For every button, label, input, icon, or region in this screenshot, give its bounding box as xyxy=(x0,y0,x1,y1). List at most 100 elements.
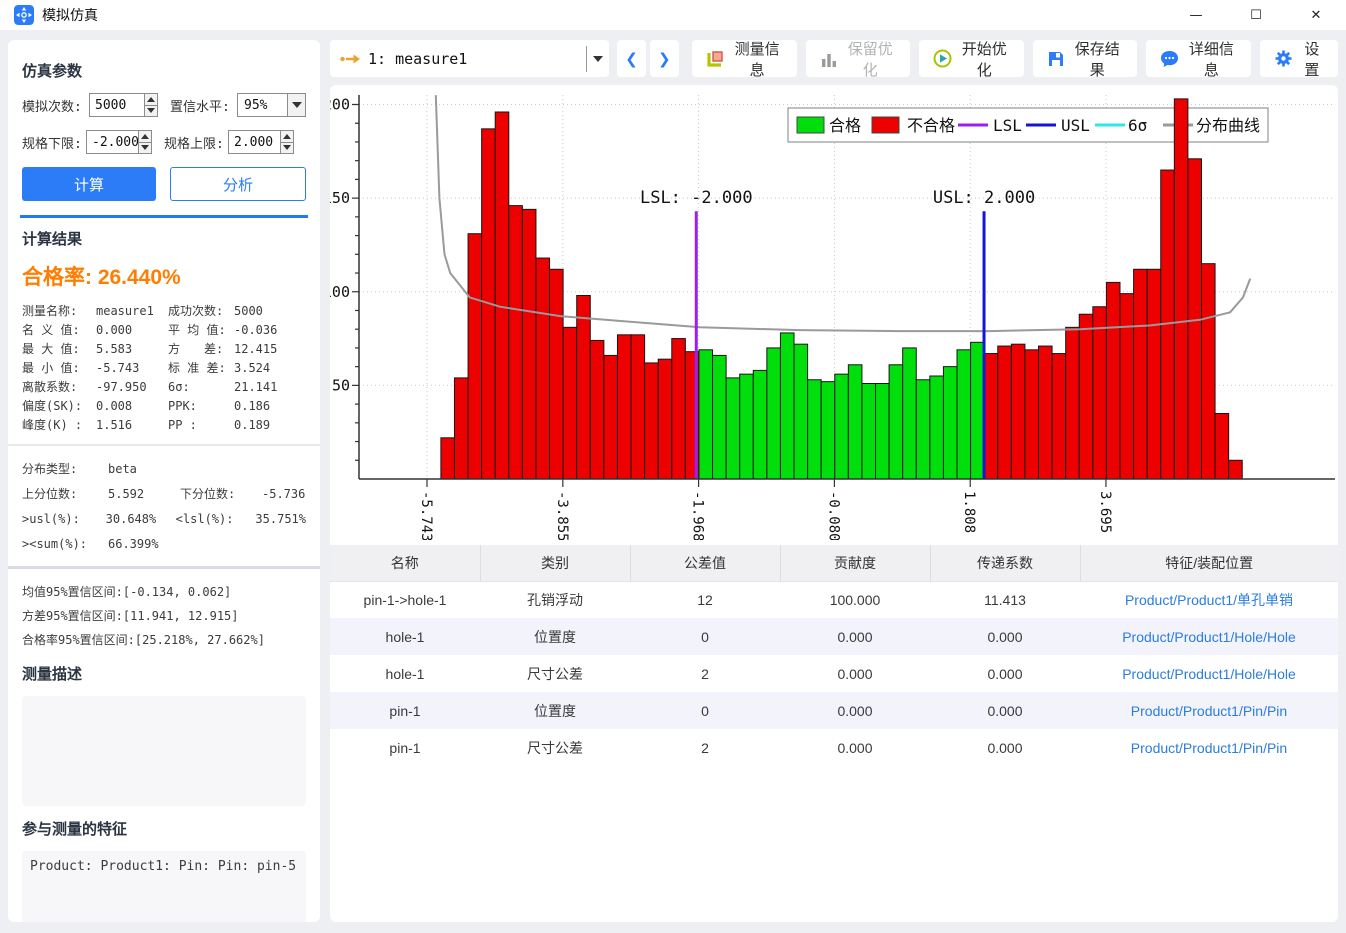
svg-text:不合格: 不合格 xyxy=(907,116,955,135)
up-arrow-icon xyxy=(141,134,149,139)
measure-select-dropdown[interactable] xyxy=(587,56,609,62)
fail-bar xyxy=(631,335,645,479)
svg-text:-0.080: -0.080 xyxy=(825,491,841,540)
toolbar-button-6[interactable]: 设置 xyxy=(1260,40,1338,77)
column-header[interactable]: 贡献度 xyxy=(780,545,930,581)
measure-description-box[interactable] xyxy=(22,696,306,806)
measure-info-icon xyxy=(706,49,725,68)
table-row[interactable]: pin-1位置度00.0000.000Product/Product1/Pin/… xyxy=(330,692,1338,729)
up-arrow-icon xyxy=(147,97,155,102)
column-header[interactable]: 传递系数 xyxy=(930,545,1080,581)
lower-spec-up-button[interactable] xyxy=(139,131,151,142)
stat-label: 成功次数: xyxy=(168,302,234,319)
svg-text:3.695: 3.695 xyxy=(1097,491,1113,533)
sim-count-up-button[interactable] xyxy=(145,94,157,105)
fail-bar xyxy=(1025,350,1039,479)
analyze-button[interactable]: 分析 xyxy=(170,167,306,201)
upper-spec-down-button[interactable] xyxy=(281,142,293,154)
fail-bar xyxy=(617,335,631,479)
stat-label: 标 准 差: xyxy=(168,359,234,376)
stat-label: 离散系数: xyxy=(22,378,96,395)
fail-bar xyxy=(1134,269,1148,479)
results-heading: 计算结果 xyxy=(22,228,306,249)
stat-value: -0.036 xyxy=(234,323,306,337)
table-cell: 0.000 xyxy=(930,729,1080,766)
column-header[interactable]: 特征/装配位置 xyxy=(1080,545,1338,581)
svg-text:-3.855: -3.855 xyxy=(554,491,570,540)
confidence-select[interactable]: 95% xyxy=(237,93,306,117)
table-cell: 0.000 xyxy=(930,618,1080,655)
confidence-interval-line: 均值95%置信区间:[-0.134, 0.062] xyxy=(22,579,306,603)
toolbar-button-4[interactable]: 保存结果 xyxy=(1033,40,1137,77)
pass-bar xyxy=(930,376,944,479)
stat-label: 上分位数: xyxy=(22,485,108,502)
confidence-interval-line: 方差95%置信区间:[11.941, 12.915] xyxy=(22,603,306,627)
table-row[interactable]: pin-1->hole-1孔销浮动12100.00011.413Product/… xyxy=(330,581,1338,618)
stat-value: -5.736 xyxy=(262,487,306,501)
maximize-button[interactable]: ☐ xyxy=(1226,0,1286,30)
pass-bar xyxy=(943,367,957,479)
table-cell: 0.000 xyxy=(780,618,930,655)
lower-spec-spinner[interactable] xyxy=(86,130,152,154)
upper-spec-spinner[interactable] xyxy=(228,130,294,154)
stat-label: 最 小 值: xyxy=(22,359,96,376)
chat-icon xyxy=(1160,50,1179,68)
toolbar-button-1[interactable]: 测量信息 xyxy=(692,40,797,77)
minimize-button[interactable]: — xyxy=(1166,0,1226,30)
main-panel: 合格不合格LSLUSL6σ分布曲线LSL: -2.000USL: 2.00050… xyxy=(330,85,1338,922)
sim-count-input[interactable] xyxy=(90,94,144,116)
svg-text:合格: 合格 xyxy=(829,116,861,135)
feature-location-link[interactable]: Product/Product1/Hole/Hole xyxy=(1080,618,1338,655)
chart-legend: 合格不合格LSLUSL6σ分布曲线 xyxy=(788,108,1268,142)
close-button[interactable]: ✕ xyxy=(1286,0,1346,30)
column-header[interactable]: 公差值 xyxy=(630,545,780,581)
lower-spec-down-button[interactable] xyxy=(139,142,151,154)
fail-bar xyxy=(1215,413,1229,479)
feature-location-link[interactable]: Product/Product1/Hole/Hole xyxy=(1080,655,1338,692)
column-header[interactable]: 名称 xyxy=(330,545,480,581)
upper-spec-up-button[interactable] xyxy=(281,131,293,142)
fail-bar xyxy=(550,269,564,479)
sim-count-down-button[interactable] xyxy=(145,105,157,117)
fail-bar xyxy=(522,209,536,479)
stat-label: 测量名称: xyxy=(22,302,96,319)
table-row[interactable]: hole-1尺寸公差20.0000.000Product/Product1/Ho… xyxy=(330,655,1338,692)
table-cell: 0.000 xyxy=(780,729,930,766)
next-measure-button[interactable]: ❯ xyxy=(650,40,679,77)
fail-bar xyxy=(1201,264,1215,479)
calculate-button[interactable]: 计算 xyxy=(22,167,156,201)
measured-features-box[interactable]: Product: Product1: Pin: Pin: pin-5 xyxy=(22,851,306,922)
sim-count-spinner[interactable] xyxy=(89,93,158,117)
measure-arrow-icon xyxy=(340,53,360,65)
table-cell: 0.000 xyxy=(930,692,1080,729)
feature-location-link[interactable]: Product/Product1/单孔单销 xyxy=(1080,581,1338,618)
table-row[interactable]: hole-1位置度00.0000.000Product/Product1/Hol… xyxy=(330,618,1338,655)
up-arrow-icon xyxy=(283,134,291,139)
upper-spec-input[interactable] xyxy=(229,131,280,153)
pass-bar xyxy=(862,384,876,479)
fail-bar xyxy=(1093,307,1107,479)
toolbar-button-3[interactable]: 开始优化 xyxy=(919,40,1024,77)
lower-spec-input[interactable] xyxy=(87,131,138,153)
pass-bar xyxy=(767,348,781,479)
prev-measure-button[interactable]: ❮ xyxy=(617,40,646,77)
fail-bar xyxy=(984,354,998,479)
toolbar-button-label: 设置 xyxy=(1300,38,1324,80)
dropdown-button[interactable] xyxy=(287,94,305,116)
feature-location-link[interactable]: Product/Product1/Pin/Pin xyxy=(1080,729,1338,766)
fail-bar xyxy=(1079,314,1093,479)
distribution-grid: 分布类型:beta上分位数:5.592下分位数:-5.736>usl(%):30… xyxy=(22,456,306,556)
chevron-down-icon xyxy=(292,102,302,108)
column-header[interactable]: 类别 xyxy=(480,545,630,581)
measure-select[interactable]: 1: measure1 xyxy=(330,40,609,77)
pass-bar xyxy=(808,380,822,479)
pass-bar xyxy=(780,333,794,479)
toolbar-button-5[interactable]: 详细信息 xyxy=(1146,40,1251,77)
svg-text:-5.743: -5.743 xyxy=(418,491,434,540)
fail-bar xyxy=(672,339,686,479)
feature-location-link[interactable]: Product/Product1/Pin/Pin xyxy=(1080,692,1338,729)
table-row[interactable]: pin-1尺寸公差20.0000.000Product/Product1/Pin… xyxy=(330,729,1338,766)
stat-value: 5.583 xyxy=(96,342,168,356)
fail-bar xyxy=(536,258,550,479)
params-heading: 仿真参数 xyxy=(22,60,306,81)
